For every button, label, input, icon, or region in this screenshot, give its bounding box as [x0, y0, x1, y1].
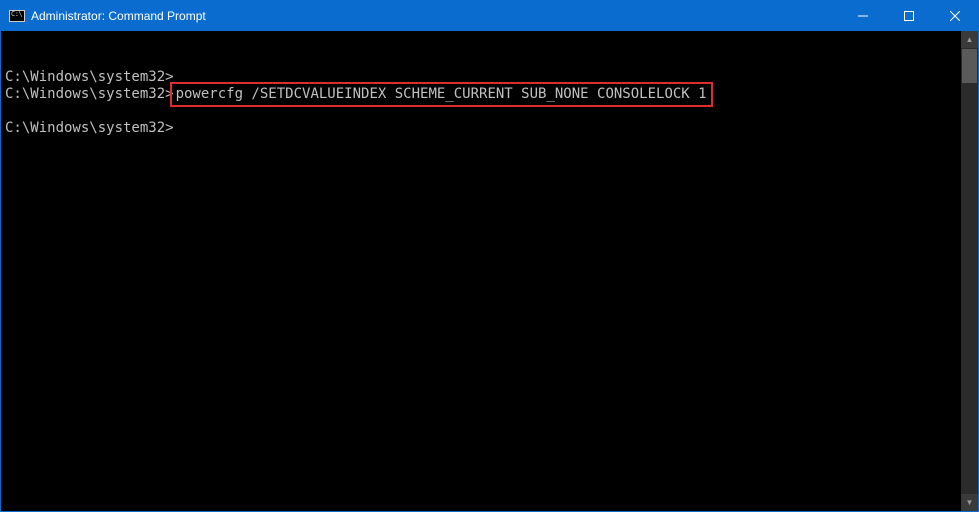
app-icon	[9, 8, 25, 24]
prompt-line: C:\Windows\system32>	[5, 69, 174, 85]
console-area[interactable]: C:\Windows\system32>C:\Windows\system32>…	[1, 31, 978, 511]
console-output: C:\Windows\system32>C:\Windows\system32>…	[1, 31, 960, 511]
minimize-button[interactable]	[840, 1, 886, 31]
titlebar[interactable]: Administrator: Command Prompt	[1, 1, 978, 31]
window-controls	[840, 1, 978, 31]
command-prompt-window: Administrator: Command Prompt C:\Windows…	[0, 0, 979, 512]
vertical-scrollbar[interactable]: ▲ ▼	[961, 31, 978, 511]
scroll-down-button[interactable]: ▼	[961, 494, 978, 511]
window-title: Administrator: Command Prompt	[31, 9, 840, 23]
maximize-button[interactable]	[886, 1, 932, 31]
chevron-down-icon: ▼	[966, 498, 974, 507]
prompt-line: C:\Windows\system32>	[5, 120, 174, 136]
scroll-thumb[interactable]	[962, 49, 977, 83]
prompt-prefix: C:\Windows\system32>	[5, 86, 174, 102]
scroll-up-button[interactable]: ▲	[961, 31, 978, 48]
chevron-up-icon: ▲	[966, 35, 974, 44]
close-button[interactable]	[932, 1, 978, 31]
highlighted-command: powercfg /SETDCVALUEINDEX SCHEME_CURRENT…	[170, 82, 713, 107]
